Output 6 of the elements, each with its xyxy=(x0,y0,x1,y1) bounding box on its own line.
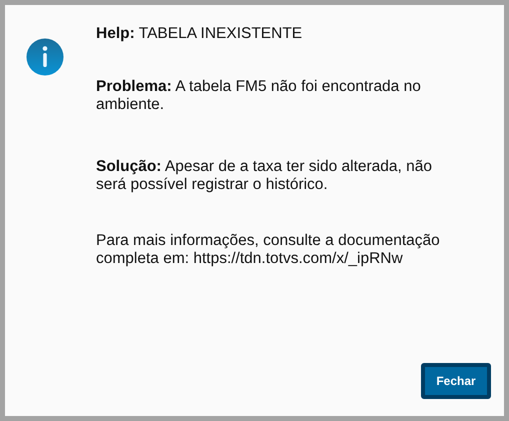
info-icon xyxy=(26,38,64,76)
close-button[interactable]: Fechar xyxy=(421,363,491,399)
message-text: Help: TABELA INEXISTENTE xyxy=(96,25,304,43)
message-text: Problema: A tabela FM5 não foi encontrada no ambiente. xyxy=(96,78,422,114)
message-text: Para mais informações, consulte a documentação completa em: https://tdn.totvs.com/x/_ipRNw xyxy=(96,232,441,268)
message-text: Solução: Apesar de a taxa ter sido alterada, não será possível registrar o histórico. xyxy=(96,158,434,194)
